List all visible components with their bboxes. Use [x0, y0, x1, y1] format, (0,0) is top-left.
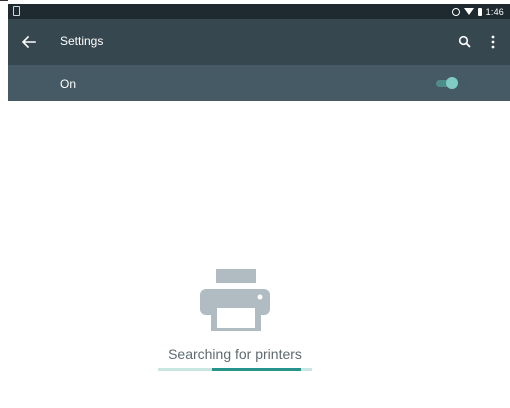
more-vert-icon [491, 35, 495, 49]
search-button[interactable] [456, 33, 474, 51]
more-options-button[interactable] [486, 33, 500, 51]
back-arrow-icon [21, 35, 36, 49]
app-frame: 1:46 Settings On [8, 4, 510, 101]
sim-card-icon [13, 6, 20, 16]
switch-thumb [446, 77, 458, 89]
battery-icon [477, 7, 482, 16]
back-button[interactable] [18, 31, 40, 53]
progress-indicator [211, 368, 302, 371]
toolbar: Settings [8, 19, 510, 65]
screen: 1:46 Settings On Searching for printers [0, 0, 510, 408]
switch-label: On [60, 77, 77, 91]
search-progress-bar [158, 368, 312, 371]
master-switch-bar[interactable]: On [8, 65, 510, 101]
frame-edge [0, 0, 8, 6]
wifi-icon [463, 8, 474, 15]
status-clock: 1:46 [485, 6, 504, 17]
printer-icon [200, 269, 270, 331]
searching-message: Searching for printers [168, 346, 302, 362]
print-service-toggle[interactable] [436, 77, 458, 89]
sync-icon [451, 7, 460, 16]
empty-state: Searching for printers [0, 255, 510, 395]
page-title: Settings [60, 34, 104, 48]
search-icon [458, 35, 471, 48]
status-icons: 1:46 [451, 6, 504, 17]
status-bar: 1:46 [8, 4, 510, 19]
